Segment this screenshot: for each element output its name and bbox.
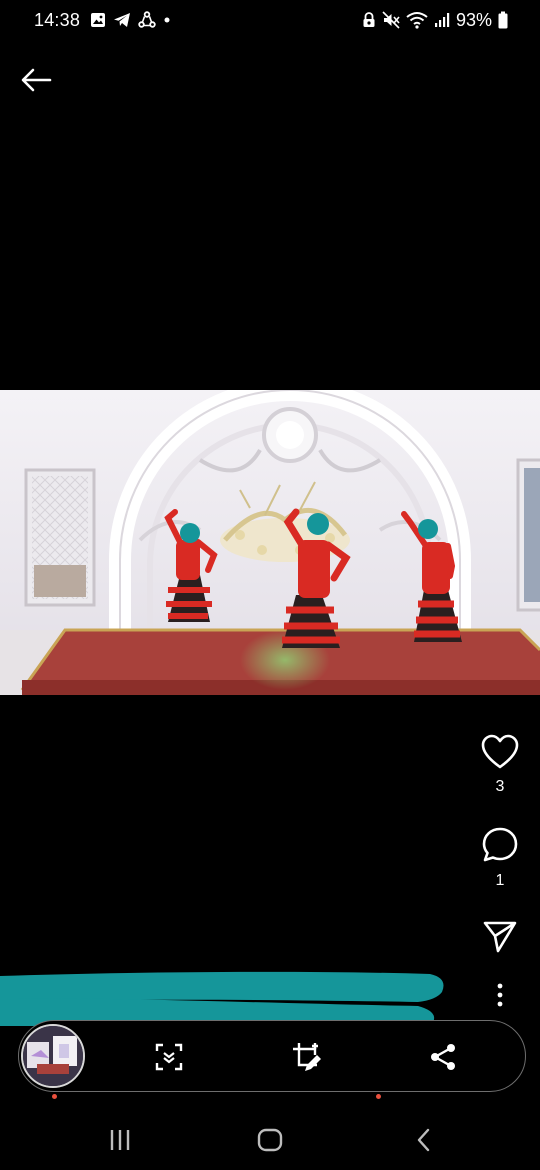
- comment-action[interactable]: 1: [470, 826, 530, 890]
- edit-button[interactable]: [289, 1039, 325, 1075]
- comment-icon[interactable]: [481, 826, 519, 864]
- more-vertical-icon[interactable]: [495, 982, 505, 1008]
- dot-icon: [164, 17, 170, 23]
- like-count: 3: [495, 778, 505, 795]
- share-icon: [431, 1044, 455, 1070]
- signal-icon: [434, 13, 450, 27]
- battery-icon: [498, 11, 508, 29]
- dance-performance-video: [0, 390, 540, 695]
- status-right: 93%: [362, 10, 508, 30]
- mute-icon: [382, 11, 400, 29]
- video-frame[interactable]: [0, 390, 540, 695]
- scan-button[interactable]: [151, 1039, 187, 1075]
- home-icon: [257, 1128, 283, 1152]
- heart-icon[interactable]: [481, 734, 519, 770]
- battery-percent: 93%: [455, 9, 492, 30]
- status-left-icons: [90, 10, 171, 30]
- indicator-dot-left: [52, 1094, 57, 1099]
- back-nav-icon: [417, 1128, 430, 1152]
- recent-apps-icon: [110, 1130, 130, 1150]
- telegram-icon: [114, 13, 130, 27]
- status-bar: 14:38 93%: [0, 0, 540, 40]
- like-action[interactable]: 3: [470, 734, 530, 796]
- back-arrow-icon: [21, 68, 52, 92]
- home-button[interactable]: [250, 1124, 290, 1156]
- share-button[interactable]: [425, 1039, 461, 1075]
- recent-apps-button[interactable]: [100, 1124, 140, 1156]
- video-thumbnail[interactable]: [21, 1024, 85, 1088]
- back-nav-button[interactable]: [404, 1124, 444, 1156]
- sync-icon: [138, 11, 156, 28]
- bottom-toolbar: [18, 1020, 526, 1092]
- lock-icon: [363, 12, 375, 27]
- scan-icon: [155, 1043, 183, 1071]
- send-action[interactable]: [470, 918, 530, 954]
- gallery-icon: [91, 13, 105, 27]
- comment-count: 1: [495, 872, 505, 889]
- thumbnail-image: [23, 1026, 83, 1086]
- more-options-button[interactable]: [470, 982, 530, 1008]
- navigation-bar: [0, 1110, 540, 1170]
- wifi-icon: [406, 12, 428, 29]
- crop-edit-icon: [293, 1043, 321, 1071]
- send-icon[interactable]: [482, 918, 518, 954]
- status-time: 14:38: [34, 10, 81, 30]
- back-button[interactable]: [18, 62, 54, 98]
- indicator-dot-right: [376, 1094, 381, 1099]
